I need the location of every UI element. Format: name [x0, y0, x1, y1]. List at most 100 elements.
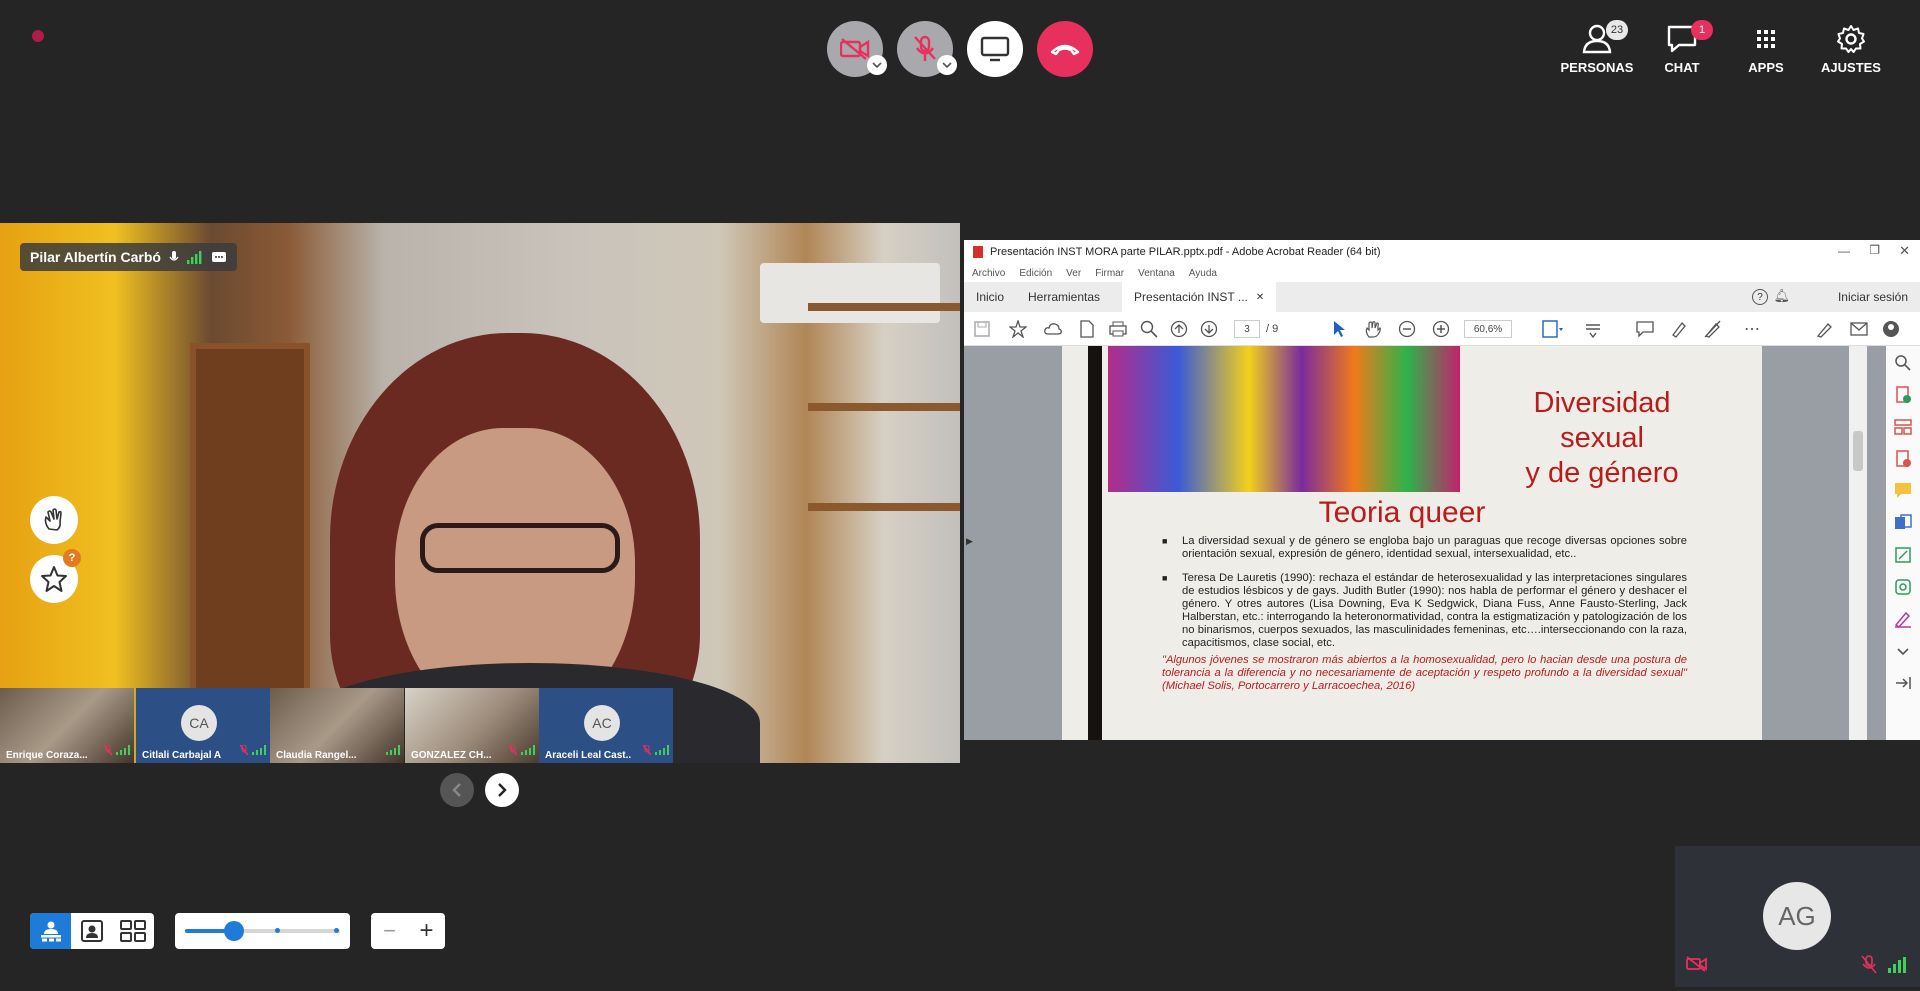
fit-page-icon[interactable]	[1542, 319, 1564, 338]
zoom-in-button[interactable]: +	[408, 913, 445, 949]
layout-speaker-button[interactable]	[30, 913, 71, 949]
previous-page-button[interactable]	[440, 773, 474, 807]
menu-sign[interactable]: Firmar	[1095, 268, 1124, 279]
microphone-toggle-button[interactable]	[897, 21, 957, 77]
combine-files-icon[interactable]	[1894, 514, 1912, 532]
participant-thumb[interactable]: CA Citlali Carbajal A	[136, 688, 270, 763]
acrobat-tabbar: Inicio Herramientas Presentación INST ..…	[964, 282, 1920, 312]
organize-pages-icon[interactable]	[1894, 418, 1912, 436]
export-pdf-icon[interactable]	[1894, 450, 1912, 468]
page-down-icon[interactable]	[1200, 320, 1218, 338]
close-tab-icon[interactable]: ✕	[1256, 292, 1264, 303]
tab-home[interactable]: Inicio	[964, 282, 1016, 312]
chevron-down-icon[interactable]	[937, 55, 957, 75]
maximize-icon[interactable]: ❐	[1869, 243, 1880, 257]
chevron-down-icon[interactable]	[867, 55, 887, 75]
scan-ocr-icon[interactable]	[1894, 578, 1912, 596]
signal-icon	[386, 742, 400, 760]
fill-sign-icon[interactable]	[1816, 320, 1834, 338]
next-page-button[interactable]	[485, 773, 519, 807]
edit-pdf-icon[interactable]	[1894, 546, 1912, 564]
slider-step-dot	[274, 928, 280, 933]
layout-single-button[interactable]	[71, 913, 112, 949]
print-icon[interactable]	[1109, 321, 1127, 337]
settings-button[interactable]: AJUSTES	[1806, 24, 1896, 75]
slide-side-stripe	[1088, 346, 1102, 740]
participant-thumb[interactable]: Enrique Coraza...	[0, 688, 134, 763]
apps-button[interactable]: APPS	[1721, 24, 1811, 75]
file-share-icon[interactable]	[1079, 319, 1095, 338]
menu-window[interactable]: Ventana	[1138, 268, 1175, 279]
apps-grid-icon	[1757, 30, 1775, 48]
select-cursor-icon[interactable]	[1332, 320, 1346, 338]
comment-panel-icon[interactable]	[1894, 482, 1912, 500]
bookmark-star-icon[interactable]	[1009, 319, 1027, 338]
tile-size-slider[interactable]	[175, 913, 350, 949]
collapse-left-icon[interactable]: ▶	[966, 536, 973, 547]
hand-tool-icon[interactable]	[1364, 320, 1382, 338]
vertical-scrollbar[interactable]	[1849, 346, 1867, 740]
expand-more-icon[interactable]	[1894, 642, 1912, 660]
window-title: Presentación INST MORA parte PILAR.pptx.…	[990, 246, 1381, 258]
tab-tools[interactable]: Herramientas	[1016, 282, 1112, 312]
raise-hand-icon	[44, 508, 62, 531]
menu-file[interactable]: Archivo	[972, 268, 1005, 279]
slider-handle[interactable]	[223, 921, 244, 941]
help-icon[interactable]: ?	[1752, 289, 1768, 305]
participant-thumb[interactable]: Claudia Rangel...	[270, 688, 404, 763]
create-pdf-icon[interactable]	[1894, 386, 1912, 404]
cloud-upload-icon[interactable]	[1044, 321, 1062, 337]
tab-document-label: Presentación INST ...	[1134, 290, 1248, 304]
hang-up-button[interactable]	[1037, 21, 1093, 77]
page-total: / 9	[1266, 322, 1279, 335]
minimize-icon[interactable]: —	[1838, 244, 1850, 258]
more-tools-icon[interactable]: ⋯	[1744, 319, 1760, 339]
bookshelf	[808, 303, 960, 763]
camera-toggle-button[interactable]	[827, 21, 887, 77]
sign-in-link[interactable]: Iniciar sesión	[1838, 290, 1908, 304]
reactions-button[interactable]: ?	[30, 549, 81, 603]
scroll-mode-icon[interactable]	[1584, 320, 1602, 338]
page-number-input[interactable]: 3	[1234, 319, 1260, 338]
collapse-panel-icon[interactable]	[1894, 674, 1912, 692]
chevron-left-icon	[452, 783, 461, 797]
avatar: CA	[181, 705, 217, 741]
save-icon[interactable]	[974, 320, 990, 337]
signal-icon	[186, 251, 202, 264]
draw-tool-icon[interactable]	[1704, 320, 1722, 338]
people-button[interactable]: 23 PERSONAS	[1552, 20, 1642, 75]
search-icon[interactable]	[1894, 354, 1912, 372]
bell-icon[interactable]: 🔔︎	[1773, 288, 1790, 304]
layout-grid-button[interactable]	[112, 913, 153, 949]
comment-icon[interactable]	[1636, 320, 1654, 337]
participant-thumb[interactable]: GONZALEZ CH...	[405, 688, 539, 763]
account-icon[interactable]	[1882, 320, 1900, 338]
chat-button[interactable]: 1 CHAT	[1637, 20, 1727, 75]
menu-edit[interactable]: Edición	[1019, 268, 1052, 279]
tab-document[interactable]: Presentación INST ... ✕	[1122, 282, 1277, 312]
document-view[interactable]: Diversidad sexual y de género Teoria que…	[964, 346, 1886, 740]
menu-view[interactable]: Ver	[1066, 268, 1081, 279]
fill-and-sign-icon[interactable]	[1894, 610, 1912, 628]
mic-off-icon	[508, 742, 518, 760]
apps-label: APPS	[1748, 60, 1784, 75]
zoom-search-icon[interactable]	[1140, 320, 1158, 338]
mic-icon	[169, 251, 179, 261]
zoom-level-select[interactable]: 60,6%	[1464, 319, 1512, 338]
participant-thumb[interactable]: AC Araceli Leal Cast...	[539, 688, 673, 763]
share-screen-button[interactable]	[967, 21, 1023, 77]
highlight-pen-icon[interactable]	[1670, 320, 1688, 338]
more-options-icon[interactable]	[211, 250, 227, 264]
menu-help[interactable]: Ayuda	[1189, 268, 1217, 279]
slider-track[interactable]	[185, 921, 340, 941]
page-up-icon[interactable]	[1170, 320, 1188, 338]
raise-hand-button[interactable]	[30, 496, 78, 544]
close-icon[interactable]: ✕	[1899, 243, 1910, 259]
zoom-out-icon[interactable]	[1398, 320, 1416, 338]
zoom-in-icon[interactable]	[1432, 320, 1450, 338]
signal-icon	[252, 742, 266, 760]
scroll-thumb[interactable]	[1853, 431, 1863, 471]
zoom-out-button[interactable]: −	[371, 913, 408, 949]
layout-switcher	[30, 913, 154, 949]
email-icon[interactable]	[1850, 321, 1868, 336]
